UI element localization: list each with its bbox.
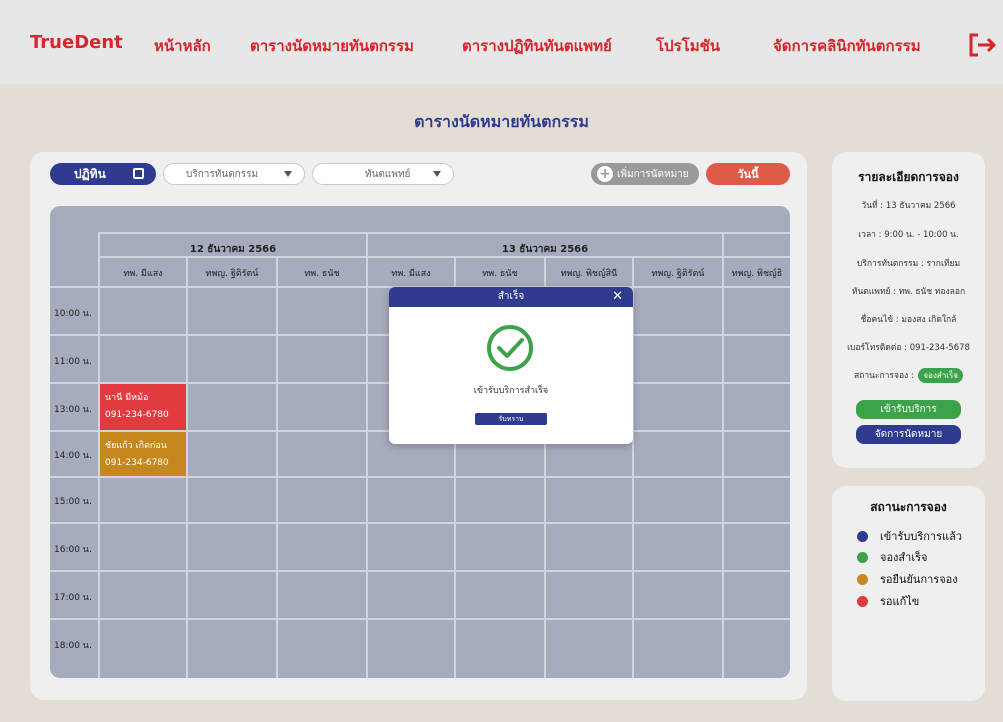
legend-item: รอแก้ไข: [857, 592, 919, 610]
appointment-card[interactable]: นานี มีหม้อ 091-234-6780: [100, 384, 186, 430]
details-phone: เบอร์โทรติดต่อ : 091-234-5678: [847, 343, 970, 353]
brand-logo[interactable]: TrueDent: [30, 32, 123, 53]
date-header: 12 ธันวาคม 2566: [189, 244, 277, 255]
add-appointment-button[interactable]: + เพิ่มการนัดหมาย: [591, 163, 699, 185]
grid-line: [50, 476, 790, 478]
legend-label: รอแก้ไข: [880, 595, 920, 608]
time-label: 11:00 น.: [54, 357, 92, 367]
details-service: บริการทันตกรรม : รากเทียม: [856, 259, 961, 269]
doctor-header: ทพญ. พิชญ์สินี: [560, 269, 618, 279]
legend-dot: [857, 530, 868, 542]
doctor-header: ทพ. มีแสง: [391, 269, 431, 279]
grid-line: [50, 570, 790, 572]
doctor-header: ทพ. ธนัช: [304, 269, 340, 279]
legend-dot: [857, 573, 868, 585]
booking-details-panel: รายละเอียดการจอง วันที่ : 13 ธันวาคม 256…: [832, 152, 985, 468]
details-title: รายละเอียดการจอง: [858, 170, 959, 184]
manage-appointment-button[interactable]: จัดการนัดหมาย: [856, 425, 961, 444]
nav-item-dentist-calendar[interactable]: ตารางปฏิทินทันตแพทย์: [462, 34, 612, 58]
legend-dot: [857, 551, 868, 563]
logout-icon[interactable]: [968, 32, 998, 58]
grid-line: [98, 232, 790, 234]
dentist-select[interactable]: ทันตแพทย์: [312, 163, 454, 185]
details-dentist: ทันตแพทย์ : ทพ. ธนัช ทองลอก: [851, 287, 966, 297]
chevron-down-icon: [433, 171, 441, 177]
close-icon[interactable]: ✕: [612, 287, 623, 307]
appointment-phone: 091-234-6780: [105, 410, 169, 420]
modal-title: สำเร็จ: [497, 291, 525, 302]
top-navigation: TrueDent หน้าหลัก ตารางนัดหมายทันตกรรม ต…: [0, 0, 1003, 84]
legend-dot: [857, 595, 868, 607]
status-legend-panel: สถานะการจอง เข้ารับบริการแล้ว จองสำเร็จ …: [832, 486, 985, 701]
service-select-label: บริการทันตกรรม: [186, 168, 259, 180]
check-in-button[interactable]: เข้ารับบริการ: [856, 400, 961, 419]
details-status-row: สถานะการจอง : จองสำเร็จ: [832, 368, 985, 383]
add-appointment-label: เพิ่มการนัดหมาย: [617, 168, 689, 180]
check-circle-icon: [487, 325, 533, 371]
details-time: เวลา : 9:00 น. - 10:00 น.: [858, 230, 959, 240]
legend-label: จองสำเร็จ: [880, 551, 928, 564]
time-label: 10:00 น.: [54, 309, 92, 319]
details-patient: ชื่อคนไข้ : มองสง เกิดใกล้: [860, 315, 957, 325]
grid-line: [50, 618, 790, 620]
legend-item: จองสำเร็จ: [857, 548, 927, 566]
doctor-header: ทพ. มีแสง: [123, 269, 163, 279]
appointment-patient-name: นานี มีหม้อ: [105, 393, 149, 403]
modal-message: เข้ารับบริการสำเร็จ: [473, 386, 549, 396]
calendar-button[interactable]: ปฏิทิน: [50, 163, 156, 185]
time-label: 18:00 น.: [54, 641, 92, 651]
nav-item-home[interactable]: หน้าหลัก: [154, 34, 211, 58]
grid-line: [276, 256, 278, 678]
grid-line: [366, 232, 368, 678]
nav-item-appointments[interactable]: ตารางนัดหมายทันตกรรม: [250, 34, 414, 58]
details-status-label: สถานะการจอง :: [854, 371, 914, 381]
time-label: 16:00 น.: [54, 545, 92, 555]
chevron-down-icon: [284, 171, 292, 177]
calendar-label: ปฏิทิน: [74, 166, 106, 181]
status-badge: จองสำเร็จ: [918, 368, 963, 383]
grid-line: [722, 232, 724, 678]
dentist-select-label: ทันตแพทย์: [365, 168, 411, 180]
doctor-header: ทพญ. พิชญ์ธิ: [731, 269, 783, 279]
grid-line: [186, 256, 188, 678]
modal-header: สำเร็จ ✕: [389, 287, 633, 307]
date-header: 13 ธันวาคม 2566: [501, 244, 589, 255]
legend-item: รอยืนยันการจอง: [857, 570, 958, 588]
appointment-card[interactable]: ชัยแก้ว เกิดก่อน 091-234-6780: [100, 432, 186, 476]
time-label: 13:00 น.: [54, 405, 92, 415]
page-title: ตารางนัดหมายทันตกรรม: [414, 112, 589, 131]
plus-icon: +: [597, 166, 613, 182]
legend-label: รอยืนยันการจอง: [880, 573, 958, 586]
success-modal: สำเร็จ ✕ เข้ารับบริการสำเร็จ รับทราบ: [389, 287, 633, 444]
legend-label: เข้ารับบริการแล้ว: [880, 530, 962, 543]
time-label: 15:00 น.: [54, 497, 92, 507]
doctor-header: ทพญ. ฐิติรัตน์: [651, 269, 705, 279]
nav-item-promotion[interactable]: โปรโมชัน: [656, 34, 720, 58]
time-label: 14:00 น.: [54, 451, 92, 461]
time-label: 17:00 น.: [54, 593, 92, 603]
doctor-header: ทพญ. ฐิติรัตน์: [205, 269, 259, 279]
details-date: วันที่ : 13 ธันวาคม 2566: [861, 201, 956, 211]
appointment-patient-name: ชัยแก้ว เกิดก่อน: [105, 441, 167, 451]
service-select[interactable]: บริการทันตกรรม: [163, 163, 305, 185]
doctor-header: ทพ. ธนัช: [482, 269, 518, 279]
legend-title: สถานะการจอง: [870, 500, 947, 514]
acknowledge-button[interactable]: รับทราบ: [475, 413, 547, 425]
nav-item-clinic-management[interactable]: จัดการคลินิกทันตกรรม: [773, 34, 921, 58]
legend-item: เข้ารับบริการแล้ว: [857, 527, 962, 545]
grid-line: [50, 522, 790, 524]
appointment-phone: 091-234-6780: [105, 458, 169, 468]
calendar-icon: [133, 168, 144, 179]
today-button[interactable]: วันนี้: [706, 163, 790, 185]
